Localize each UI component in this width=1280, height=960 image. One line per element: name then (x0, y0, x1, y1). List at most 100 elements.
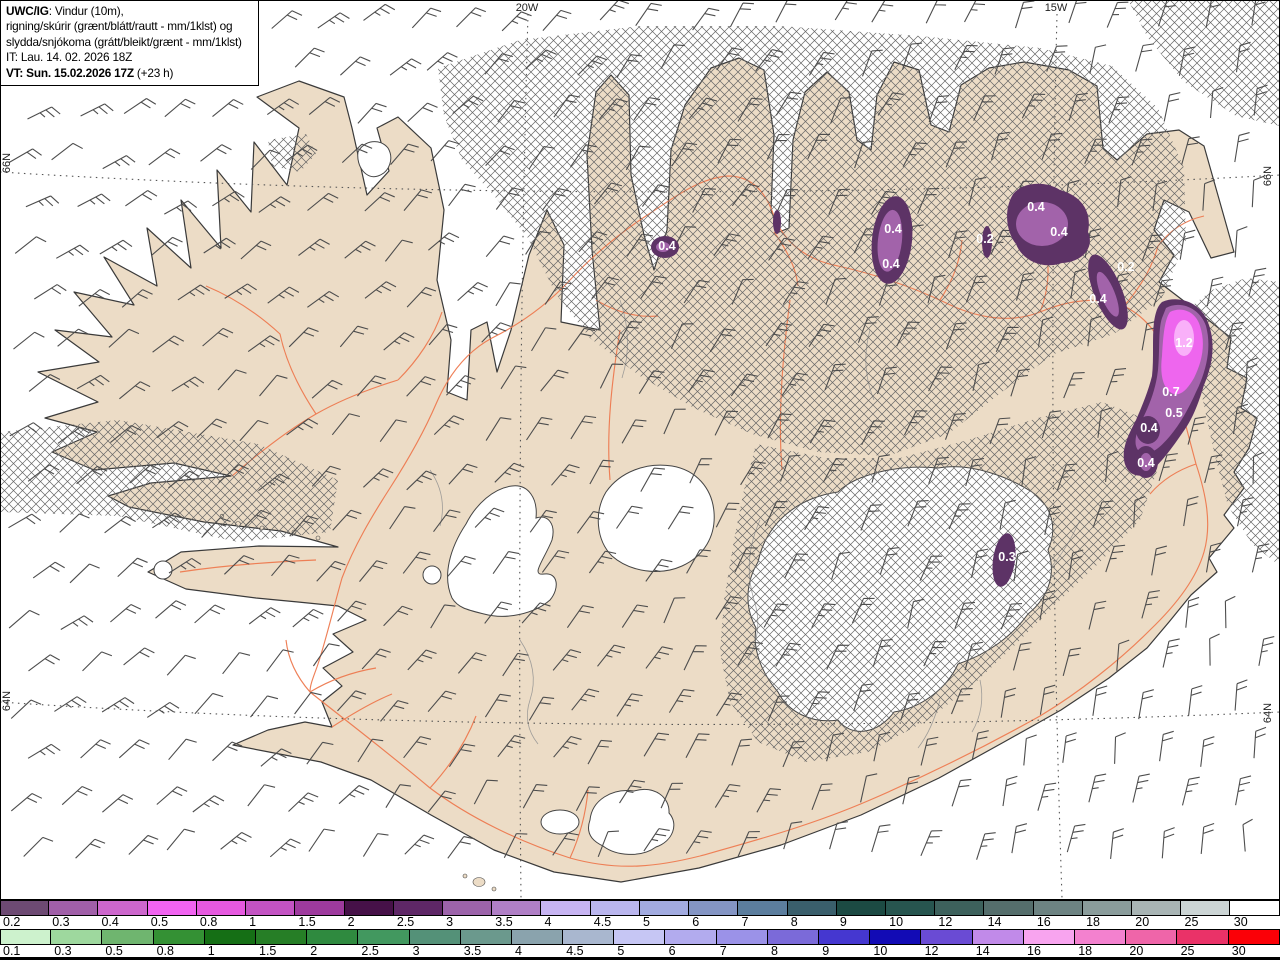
title-line-1: UWC/IG: Vindur (10m), (6, 4, 124, 18)
legend-tick-value: 8 (790, 915, 798, 929)
legend-color-segment (1074, 930, 1127, 944)
legend-color-segment (1082, 901, 1133, 915)
legend-tick-value: 0.8 (199, 915, 218, 929)
legend-tick-value: 25 (1180, 944, 1195, 958)
legend-color-segment (819, 930, 871, 944)
legend-tick-value: 2.5 (396, 915, 415, 929)
legend-tick-value: 12 (924, 944, 939, 958)
legend-color-segment (689, 901, 739, 915)
precip-max-value: 0.5 (1165, 406, 1182, 420)
legend-tick-value: 20 (1135, 915, 1150, 929)
legend-color-segment (307, 930, 359, 944)
legend-tick-value: 18 (1078, 944, 1093, 958)
legend-color-segment (1177, 930, 1229, 944)
legend-tick-value: 9 (822, 944, 830, 958)
precip-max-value: 0.2 (976, 232, 993, 246)
legend-values-rain: 0.1 0.3 0.5 0.8 1 1.5 2 2.5 3 3.5 4 4.5 5 6 7 8 9 10 12 14 1… (0, 944, 1280, 958)
legend-color-segment (1126, 930, 1178, 944)
legend-color-segment (665, 930, 717, 944)
legend-tick-value: 0.4 (101, 915, 119, 929)
legend-color-segment (1132, 901, 1182, 915)
legend-tick-value: 4.5 (566, 944, 584, 958)
legend-color-segment (836, 901, 886, 915)
legend-color-segment (787, 901, 837, 915)
legend-color-segment (1033, 901, 1083, 915)
legend-tick-value: 1.5 (259, 944, 277, 958)
legend-color-segment (870, 930, 922, 944)
legend-color-segment (409, 930, 461, 944)
graticule-label: 20W (516, 2, 539, 14)
legend-color-segment (393, 901, 443, 915)
legend-color-segment (295, 901, 345, 915)
product-id: UWC/IG (6, 4, 49, 18)
precip-max-value: 0.4 (1140, 421, 1157, 435)
legend-color-segment (614, 930, 666, 944)
legend-color-segment (147, 901, 197, 915)
graticule-label: 15W (1045, 2, 1068, 14)
legend-tick-value: 6 (692, 915, 700, 929)
legend-color-segment (51, 930, 103, 944)
legend-tick-value: 3 (446, 915, 454, 929)
precip-max-value: 1.2 (1175, 336, 1192, 350)
legend-tick-value: 20 (1129, 944, 1144, 958)
legend-color-segment (972, 930, 1024, 944)
precip-max-value: 0.4 (1089, 292, 1106, 306)
weather-map-page: 0.4 0.4 0.4 0.2 0.4 0.4 0.2 0.4 1.2 0.7 0.5 0.4 0.4 0… (0, 0, 1280, 960)
legend-color-segment (885, 901, 936, 915)
legend-color-segment (1230, 901, 1280, 915)
legend-color-segment (511, 930, 564, 944)
legend-tick-value: 0.3 (52, 915, 70, 929)
legend-tick-value: 25 (1184, 915, 1199, 929)
legend-tick-value: 0.3 (54, 944, 72, 958)
valid-time: VT: Sun. 15.02.2026 17Z (+23 h) (6, 65, 174, 80)
legend-tick-value: 7 (719, 944, 727, 958)
legend-tick-value: 18 (1086, 915, 1100, 929)
legend-tick-value: 2 (347, 915, 355, 929)
legend-values-sleet-snow: 0.2 0.3 0.4 0.5 0.8 1 1.5 2 2.5 3 3.5 4 4.5 5 6 7 8 9 10 12… (0, 915, 1280, 929)
glacier-drangajokull (357, 141, 392, 178)
precip-max-value: 0.4 (1137, 456, 1154, 470)
legend-tick-value: 0.8 (156, 944, 174, 958)
legend-tick-value: 30 (1231, 944, 1246, 958)
legend-color-segment (541, 901, 591, 915)
legend-color-segment (255, 930, 308, 944)
legend-tick-value: 4 (544, 915, 552, 929)
legend-tick-value: 0.1 (3, 944, 21, 958)
legend-tick-value: 7 (741, 915, 749, 929)
graticule-label: 64N (1262, 703, 1274, 723)
legend-tick-value: 2.5 (361, 944, 379, 958)
legend-tick-value: 14 (987, 915, 1002, 929)
legend-colorbar-rain (0, 929, 1280, 945)
precip-max-value: 0.4 (658, 239, 675, 253)
glacier-snaefellsjokull (153, 560, 173, 580)
legend-tick-value: 10 (873, 944, 888, 958)
legend-tick-value: 16 (1036, 915, 1051, 929)
legend-color-segment (442, 901, 493, 915)
legend-color-segment (738, 901, 788, 915)
glacier-eyjafjallajokull (540, 809, 580, 835)
legend-color-segment (492, 901, 542, 915)
precip-max-value: 0.3 (998, 550, 1015, 564)
legend-tick-value: 3.5 (463, 944, 482, 958)
legend-color-segment (246, 901, 296, 915)
legend-color-segment (102, 930, 154, 944)
precip-max-value: 0.7 (1162, 385, 1179, 399)
glacier-myrdalsjokull (588, 789, 675, 855)
title-box: UWC/IG: Vindur (10m), rigning/skúrir (gr… (0, 0, 259, 87)
graticule-label: 64N (1, 691, 13, 711)
legend-color-segment (716, 930, 768, 944)
legend-colorbar-sleet-snow (0, 900, 1280, 916)
graticule-label: 66N (1, 153, 13, 173)
legend-tick-value: 0.5 (105, 944, 123, 958)
precip-max-value: 0.4 (1050, 225, 1067, 239)
legend-tick-value: 1 (207, 944, 215, 958)
legend-tick-value: 3.5 (495, 915, 513, 929)
legend-tick-value: 10 (889, 915, 904, 929)
legend-tick-value: 4.5 (593, 915, 612, 929)
legend-color-segment (98, 901, 148, 915)
legend-color-segment (204, 930, 256, 944)
legend-color-segment (344, 901, 394, 915)
legend-color-segment (196, 901, 247, 915)
legend-color-segment (1228, 930, 1280, 944)
legend-color-segment (984, 901, 1034, 915)
